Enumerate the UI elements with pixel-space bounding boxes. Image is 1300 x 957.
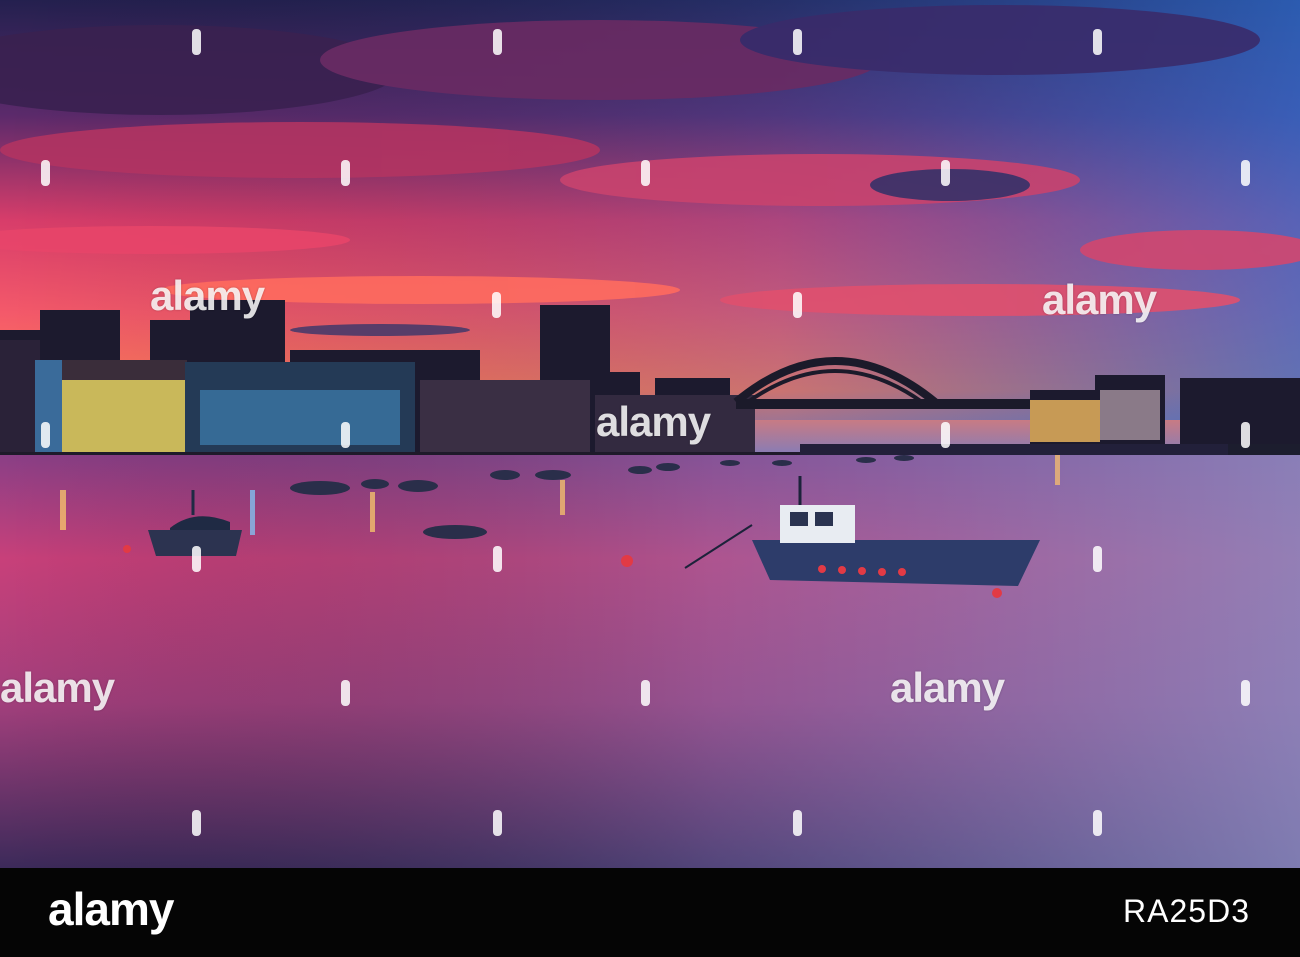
watermark-mark <box>941 160 950 186</box>
footer-bar: alamy RA25D3 <box>0 868 1300 957</box>
watermark-mark <box>492 292 501 318</box>
buoy <box>123 545 131 553</box>
watermark-3: alamy <box>596 398 711 445</box>
buoy <box>621 555 633 567</box>
watermark-mark <box>793 292 802 318</box>
watermark-5: alamy <box>890 664 1005 711</box>
watermark-mark <box>341 160 350 186</box>
watermark-mark <box>1093 546 1102 572</box>
watermark-2: alamy <box>1042 276 1157 323</box>
watermark-mark <box>41 160 50 186</box>
watermark-mark <box>1241 680 1250 706</box>
watermark-mark <box>793 29 802 55</box>
watermark-mark <box>941 422 950 448</box>
watermark-mark <box>41 422 50 448</box>
watermark-mark <box>641 160 650 186</box>
watermark-mark <box>493 810 502 836</box>
watermark-mark <box>341 422 350 448</box>
far-bank <box>800 444 1300 456</box>
watermark-mark <box>192 546 201 572</box>
watermark-mark <box>493 29 502 55</box>
footer-logo: alamy <box>48 883 174 935</box>
watermark-mark <box>341 680 350 706</box>
watermark-mark <box>793 810 802 836</box>
watermark-mark <box>1241 160 1250 186</box>
watermark-mark <box>1093 29 1102 55</box>
watermark-mark <box>1241 422 1250 448</box>
harbour-sunset-photo: alamy alamy alamy alamy alamy <box>0 0 1300 868</box>
watermark-mark <box>192 810 201 836</box>
buoy <box>992 588 1002 598</box>
watermark-mark <box>1093 810 1102 836</box>
watermark-mark <box>493 546 502 572</box>
watermark-1: alamy <box>150 272 265 319</box>
watermark-4: alamy <box>0 664 115 711</box>
watermark-mark <box>641 680 650 706</box>
image-id: RA25D3 <box>1123 893 1250 929</box>
watermark-mark <box>192 29 201 55</box>
